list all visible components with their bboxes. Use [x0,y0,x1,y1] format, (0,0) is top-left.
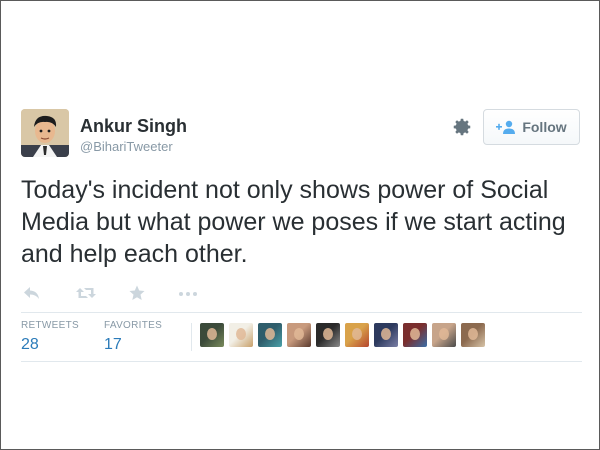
author-name[interactable]: Ankur Singh [80,116,187,136]
favoriter-face-shape [352,328,362,340]
favoriter-face-shape [265,328,275,340]
favoriter-face-shape [381,328,391,340]
reply-icon[interactable] [23,284,41,302]
favorites-count: 17 [104,336,122,353]
retweets-count: 28 [21,336,39,353]
favoriter-avatar[interactable] [374,323,398,347]
favoriter-avatar[interactable] [200,323,224,347]
tweet-stats: RETWEETS 28 FAVORITES 17 [21,312,582,362]
add-user-icon [496,120,516,134]
author-avatar[interactable] [21,109,69,157]
favoriter-avatar[interactable] [316,323,340,347]
retweet-icon[interactable] [75,284,97,302]
cartoon-man-avatar-icon [21,109,69,157]
tweet-header: Ankur Singh @BihariTweeter Follow [21,108,582,158]
retweets-label: RETWEETS [21,320,79,331]
favoriter-face-shape [236,328,246,340]
favoriter-face-shape [468,328,478,340]
favoriter-avatar[interactable] [432,323,456,347]
tweet-card: Ankur Singh @BihariTweeter Follow Today'… [21,108,582,362]
gear-icon[interactable] [451,116,473,138]
favoriter-avatar[interactable] [345,323,369,347]
tweet-frame: Ankur Singh @BihariTweeter Follow Today'… [0,0,600,450]
favoriter-avatar[interactable] [403,323,427,347]
favorites-stat[interactable]: FAVORITES 17 [104,320,162,355]
author-names: Ankur Singh @BihariTweeter [80,116,187,156]
more-icon[interactable] [178,284,198,302]
favoriter-avatar[interactable] [258,323,282,347]
favoriter-face-shape [323,328,333,340]
favoriter-face-shape [294,328,304,340]
follow-label: Follow [522,119,567,135]
favoriter-face-shape [410,328,420,340]
favoriter-avatar[interactable] [287,323,311,347]
follow-button[interactable]: Follow [483,109,580,145]
tweet-actions [21,284,221,304]
favoriter-face-shape [439,328,449,340]
favorites-label: FAVORITES [104,320,163,331]
favoriter-avatar[interactable] [229,323,253,347]
tweet-text: Today's incident not only shows power of… [21,176,566,268]
stats-divider [191,323,192,351]
favoriter-face-shape [207,328,217,340]
author-handle[interactable]: @BihariTweeter [80,138,187,156]
favorite-icon[interactable] [128,284,146,302]
retweets-stat[interactable]: RETWEETS 28 [21,320,79,355]
favoriter-avatar[interactable] [461,323,485,347]
